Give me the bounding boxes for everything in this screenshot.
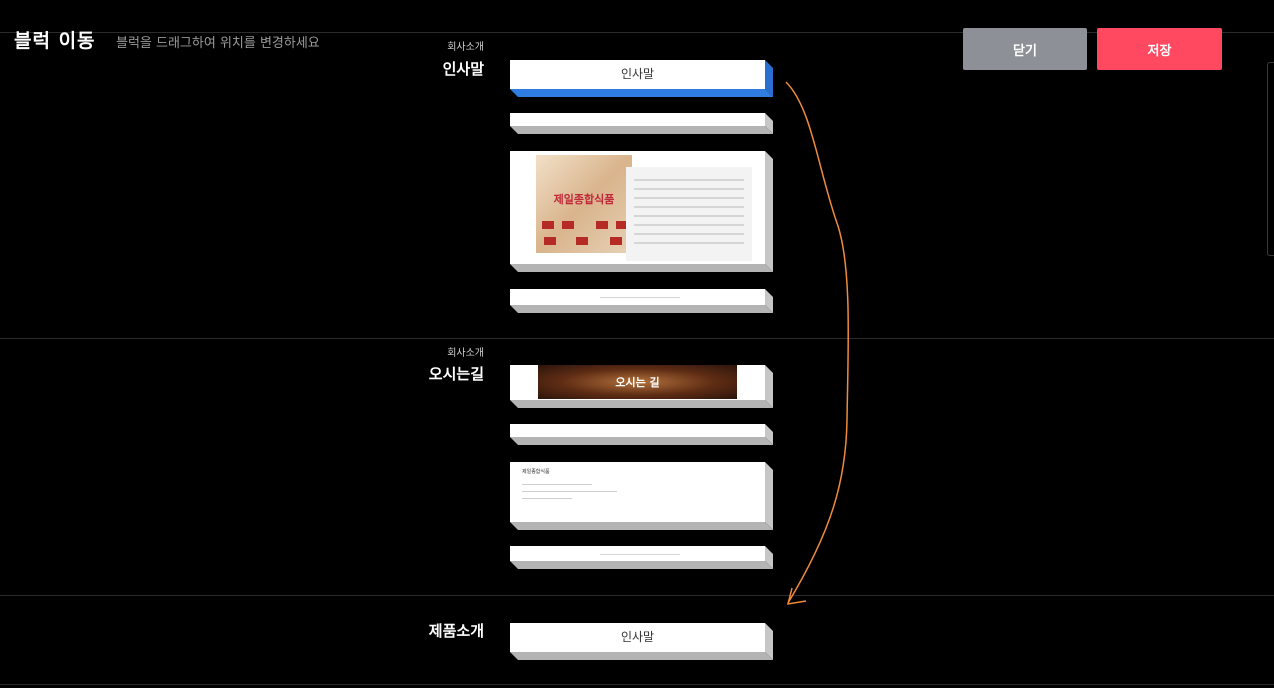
greeting-text-panel bbox=[626, 167, 752, 261]
section-category: 회사소개 bbox=[447, 348, 484, 359]
page-title: 블럭 이동 bbox=[14, 30, 96, 52]
company-logo: 제일종합식품 bbox=[553, 193, 615, 206]
block-address[interactable]: 제일종합식품 bbox=[510, 462, 773, 530]
address-title: 제일종합식품 bbox=[522, 469, 550, 475]
section-category: 회사소개 bbox=[447, 42, 484, 53]
section-divider bbox=[0, 338, 1274, 339]
block-image-text[interactable]: 제일종합식품 bbox=[510, 151, 773, 272]
section-divider bbox=[0, 684, 1274, 685]
drag-arrow-path bbox=[785, 81, 850, 604]
block-directions-banner[interactable]: 오시는 길 bbox=[510, 365, 773, 408]
page-subtitle: 블럭을 드래그하여 위치를 변경하세요 bbox=[116, 36, 320, 51]
section-divider bbox=[0, 595, 1274, 596]
banner-label: 오시는 길 bbox=[538, 365, 737, 399]
arrow-head bbox=[786, 587, 807, 605]
block-label: 인사말 bbox=[620, 67, 655, 81]
block-greeting[interactable]: 인사말 bbox=[510, 623, 773, 660]
section-title: 인사말 bbox=[442, 60, 484, 78]
section-title: 오시는길 bbox=[428, 365, 484, 383]
drag-arrow bbox=[785, 81, 850, 605]
section-title: 제품소개 bbox=[428, 622, 484, 640]
block-text-line[interactable]: · bbox=[510, 424, 773, 445]
save-button[interactable]: 저장 bbox=[1097, 28, 1222, 70]
product-photo: 제일종합식품 bbox=[536, 155, 632, 253]
scrollbar[interactable] bbox=[1267, 62, 1274, 256]
block-greeting[interactable]: 인사말 bbox=[510, 60, 773, 97]
block-divider-line[interactable] bbox=[510, 546, 773, 569]
block-text-line[interactable]: · bbox=[510, 113, 773, 134]
block-label: 인사말 bbox=[620, 630, 655, 644]
close-button[interactable]: 닫기 bbox=[963, 28, 1087, 70]
block-divider-line[interactable] bbox=[510, 289, 773, 313]
